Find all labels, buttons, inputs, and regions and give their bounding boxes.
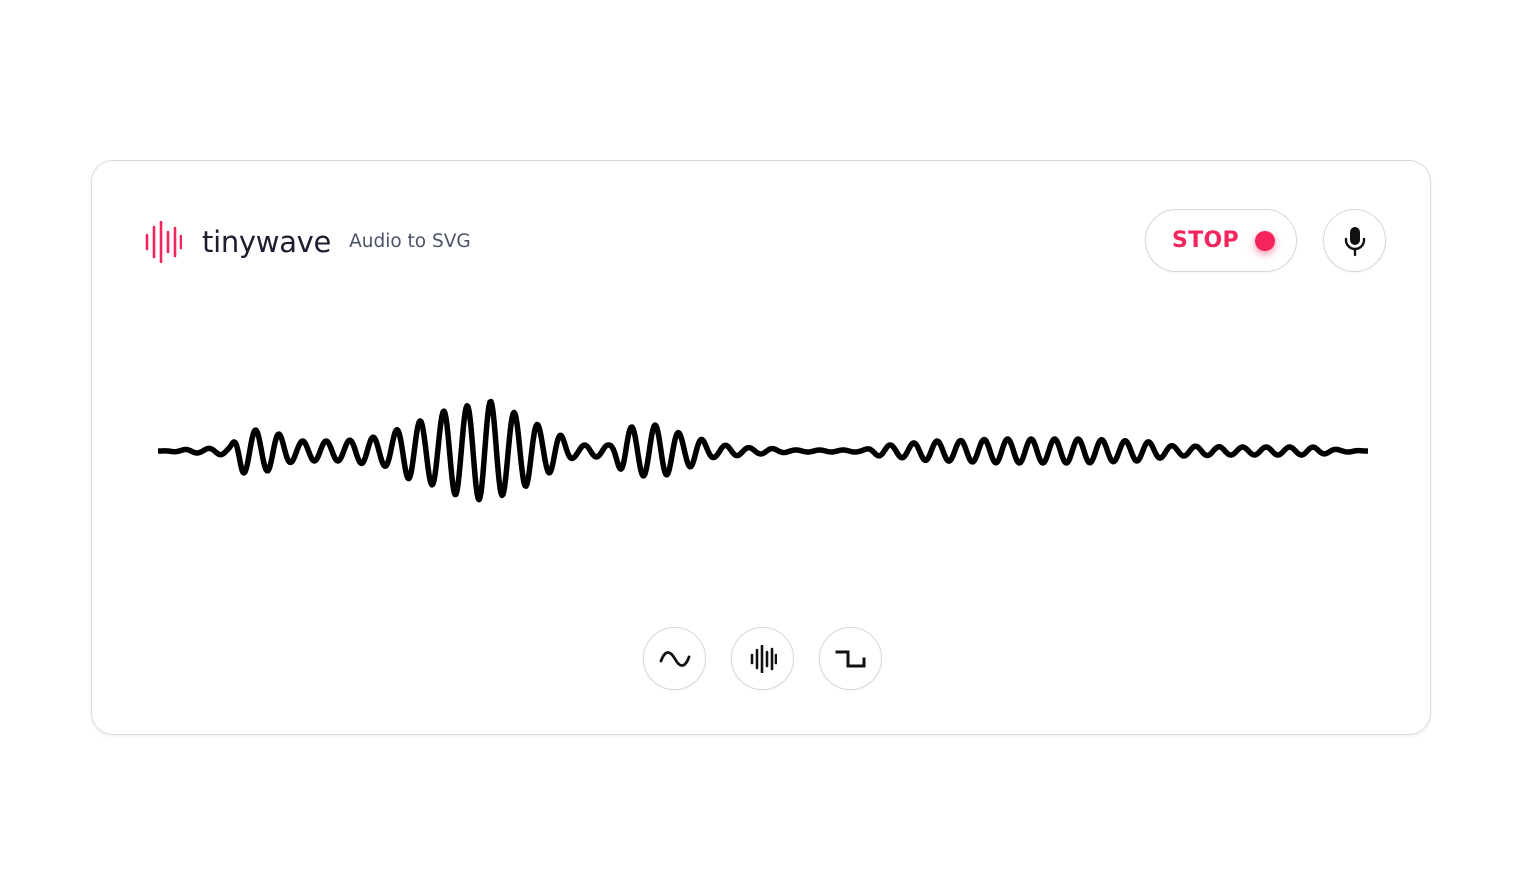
app-name: tinywave — [202, 225, 332, 259]
waveform-card: tinywave Audio to SVG STOP — [91, 160, 1431, 735]
recording-dot-icon — [1254, 230, 1275, 251]
mode-square-button[interactable] — [819, 627, 882, 690]
waveform-display — [158, 381, 1368, 521]
sine-wave-icon — [659, 650, 690, 667]
stop-button[interactable]: STOP — [1145, 209, 1297, 272]
microphone-button[interactable] — [1323, 209, 1386, 272]
mode-bars-button[interactable] — [731, 627, 794, 690]
mode-sine-button[interactable] — [643, 627, 706, 690]
microphone-icon — [1344, 226, 1365, 256]
square-wave-icon — [835, 650, 865, 667]
waveform-path-svg — [158, 398, 1368, 503]
app-tagline: Audio to SVG — [349, 231, 471, 252]
waveform-bars-icon — [750, 644, 777, 673]
waveform-bars-icon — [145, 221, 182, 263]
brand: tinywave Audio to SVG — [144, 221, 471, 263]
waveform-line — [158, 398, 1368, 503]
stop-label: STOP — [1172, 228, 1239, 253]
